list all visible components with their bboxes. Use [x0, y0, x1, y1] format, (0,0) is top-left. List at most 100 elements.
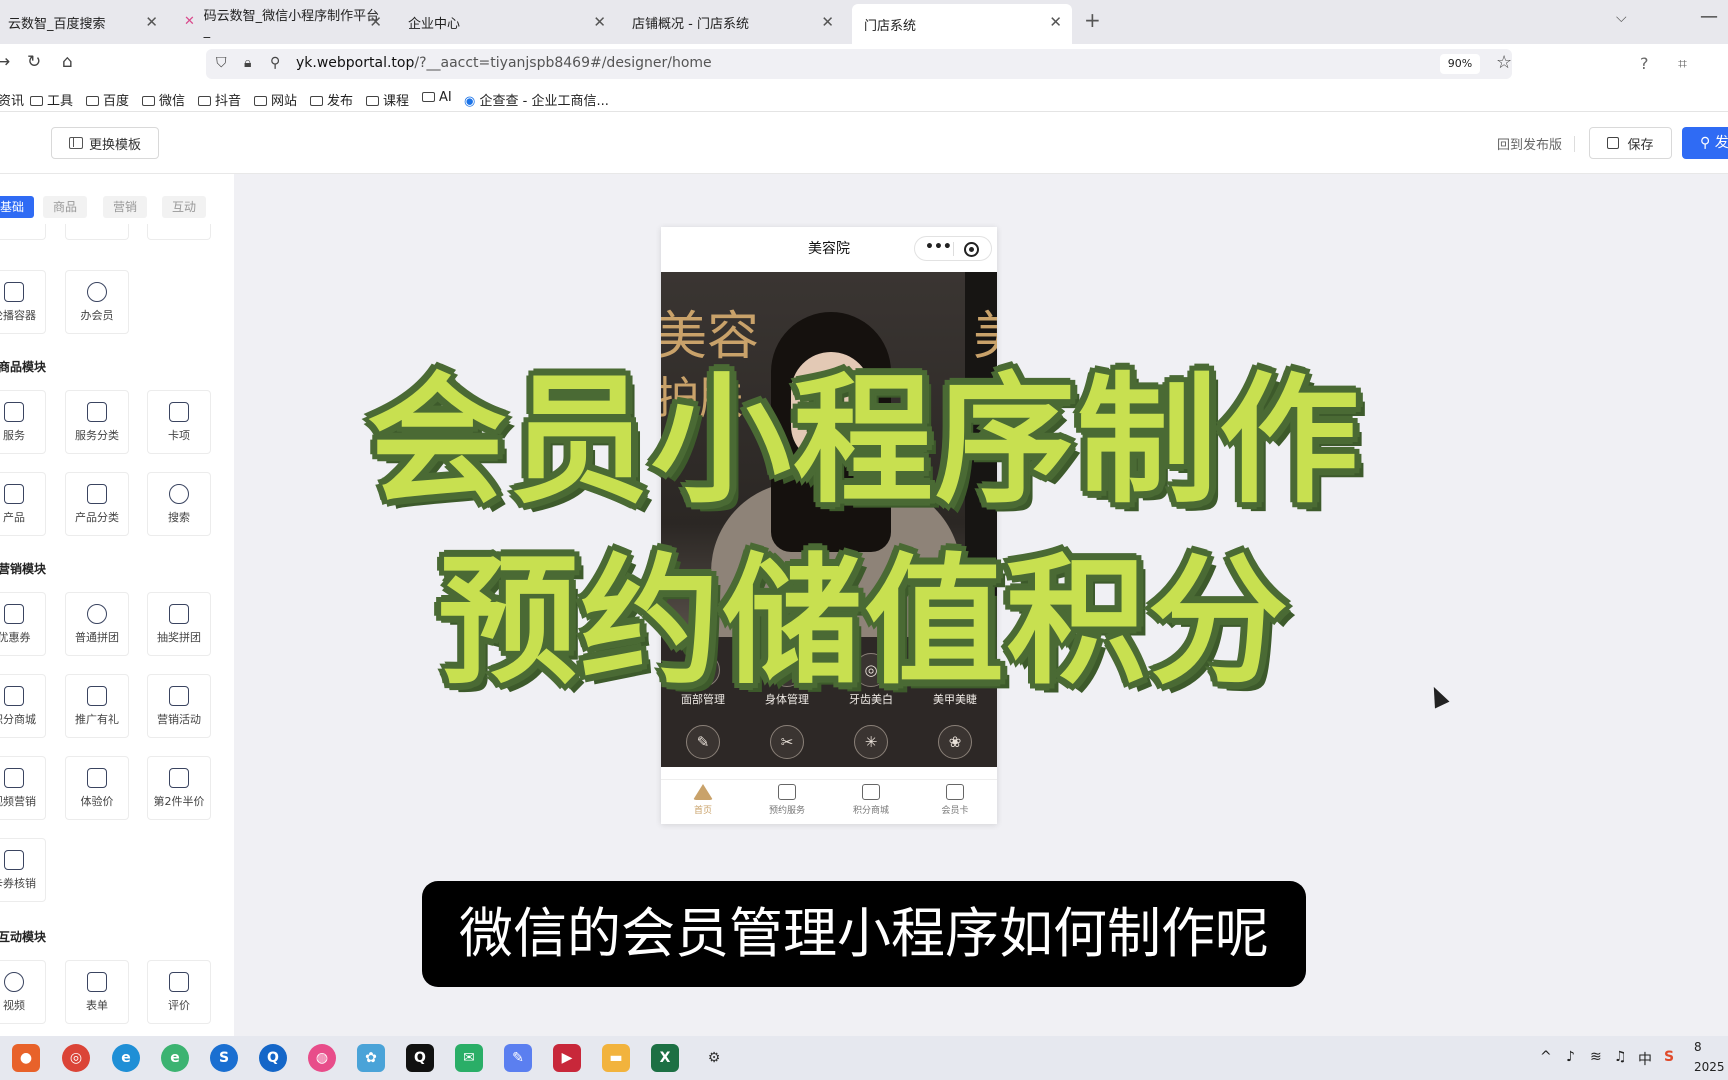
tab-basic[interactable]: 基础 [0, 196, 35, 218]
phone-preview[interactable]: 美容院 ••• 美容 护肤 美 ◐面部管理 ◉身体管理 ◎牙齿美白 ◍美甲美睫 … [661, 227, 997, 824]
tabbar-item-home[interactable]: 首页 [661, 784, 745, 816]
app-icon[interactable]: ✿ [357, 1044, 385, 1072]
bookmark-item[interactable]: 百度 [86, 90, 129, 109]
folder-icon[interactable]: ▬ [602, 1044, 630, 1072]
chrome-icon[interactable]: ◎ [62, 1044, 90, 1072]
bookmark-item[interactable]: ◉ 企查查 - 企业工商信... [464, 90, 609, 109]
chevron-down-icon[interactable]: ⌵ [1616, 10, 1627, 26]
input-language[interactable]: 中 [1638, 1049, 1652, 1069]
clock-date[interactable]: 2025 [1694, 1060, 1725, 1074]
comment-icon [169, 972, 189, 992]
bookmark-item[interactable]: AI [422, 90, 452, 105]
category-item[interactable]: ✂ [745, 725, 829, 759]
firefox-icon[interactable]: ● [12, 1044, 40, 1072]
favicon-icon: ✕ [184, 14, 195, 29]
bookmark-item[interactable]: 课程 [366, 90, 409, 109]
category-item[interactable]: ✳ [829, 725, 913, 759]
tab-marketing[interactable]: 营销 [103, 196, 148, 218]
help-icon[interactable]: ? [1640, 54, 1649, 73]
bookmark-item[interactable]: 资讯 [0, 90, 24, 109]
excel-icon[interactable]: X [651, 1044, 679, 1072]
category-item[interactable]: ✎ [661, 725, 745, 759]
browser-tab[interactable]: 企业中心 ✕ [396, 4, 616, 40]
sogou-ime-icon[interactable]: S [1664, 1049, 1674, 1065]
publish-button[interactable]: ⚲ 发 [1682, 127, 1728, 159]
settings-icon[interactable]: ⚙ [700, 1044, 728, 1072]
reload-icon[interactable]: ↻ [27, 52, 41, 72]
component-tile[interactable]: 卡券核销 [0, 838, 46, 902]
bookmark-item[interactable]: 发布 [310, 90, 353, 109]
quark-icon[interactable]: Q [259, 1044, 287, 1072]
tabbar-item-member-card[interactable]: 会员卡 [913, 784, 997, 816]
carousel-icon [4, 282, 24, 302]
browser-360-icon[interactable]: e [161, 1044, 189, 1072]
sogou-browser-icon[interactable]: S [210, 1044, 238, 1072]
home-icon[interactable]: ⌂ [62, 52, 73, 72]
url-host: yk.webportal.top [296, 55, 415, 71]
component-tile[interactable]: 体验价 [65, 756, 129, 820]
component-tile[interactable]: 第2件半价 [147, 756, 211, 820]
browser-tab[interactable]: 店铺概况 - 门店系统 ✕ [620, 4, 844, 40]
chevron-up-icon[interactable]: ^ [1540, 1049, 1552, 1065]
permissions-icon[interactable]: ⚲ [270, 55, 280, 71]
tab-label: 门店系统 [864, 18, 917, 34]
miniprogram-capsule[interactable]: ••• [914, 236, 992, 261]
component-tile[interactable]: 办会员 [65, 270, 129, 334]
zoom-level[interactable]: 90% [1440, 54, 1480, 74]
bookmark-item[interactable]: 微信 [142, 90, 185, 109]
overlay-headline: 会员小程序制作 [366, 360, 1361, 523]
folder-icon [30, 96, 43, 106]
save-button[interactable]: 保存 [1589, 127, 1672, 159]
clock-time[interactable]: 8 [1694, 1040, 1702, 1054]
close-icon[interactable]: ✕ [821, 13, 834, 31]
tab-interactive[interactable]: 互动 [162, 196, 207, 218]
component-tile[interactable]: 视频 [0, 960, 46, 1024]
minimize-icon[interactable]: — [1700, 6, 1718, 27]
video-editor-icon[interactable]: ▶ [553, 1044, 581, 1072]
component-tile[interactable]: 评价 [147, 960, 211, 1024]
tab-label: 云数智_百度搜索 [8, 16, 106, 32]
bookmark-item[interactable]: 工具 [30, 90, 73, 109]
banner-text: 美容 [661, 307, 760, 367]
change-template-button[interactable]: 更换模板 [51, 127, 159, 159]
component-tile[interactable]: 表单 [65, 960, 129, 1024]
note-icon[interactable]: ✎ [504, 1044, 532, 1072]
url-bar[interactable]: ⛉ 🔒︎ ⚲ yk.webportal.top/?__aacct=tiyanjs… [206, 49, 1512, 79]
category-item[interactable]: ❀ [913, 725, 997, 759]
close-icon[interactable]: ✕ [593, 13, 606, 31]
component-tile[interactable] [65, 224, 129, 240]
qq-icon[interactable]: Q [406, 1044, 434, 1072]
component-tile[interactable]: 视频营销 [0, 756, 46, 820]
store-icon [862, 784, 880, 800]
browser-tab-active[interactable]: 门店系统 ✕ [852, 4, 1072, 44]
tab-goods[interactable]: 商品 [43, 196, 88, 218]
close-icon[interactable]: ✕ [1049, 13, 1062, 31]
back-to-published-link[interactable]: 回到发布版 [1497, 134, 1562, 153]
wechat-icon[interactable]: ✉ [455, 1044, 483, 1072]
component-tile[interactable] [147, 224, 211, 240]
photos-icon[interactable]: ◍ [308, 1044, 336, 1072]
browser-tab[interactable]: 云数智_百度搜索 ✕ [0, 4, 168, 40]
forward-icon[interactable]: → [0, 52, 10, 72]
component-tile[interactable] [0, 224, 46, 240]
volume-icon[interactable]: ♫ [1614, 1049, 1627, 1065]
wifi-icon[interactable]: ≋ [1590, 1049, 1602, 1065]
new-tab-button[interactable]: + [1084, 8, 1101, 32]
star-icon[interactable]: ☆ [1496, 52, 1512, 73]
tabbar-item-points-mall[interactable]: 积分商城 [829, 784, 913, 816]
bookmark-item[interactable]: 抖音 [198, 90, 241, 109]
component-tile[interactable]: 轮播容器 [0, 270, 46, 334]
save-icon [1607, 137, 1620, 149]
crop-icon[interactable]: ⌗ [1678, 54, 1687, 74]
tabbar-item-booking[interactable]: 预约服务 [745, 784, 829, 816]
bookmark-item[interactable]: 网站 [254, 90, 297, 109]
close-icon[interactable]: ✕ [145, 13, 158, 31]
close-icon[interactable]: ✕ [369, 13, 382, 31]
microphone-icon[interactable]: ♪ [1566, 1049, 1575, 1065]
edge-icon[interactable]: e [112, 1044, 140, 1072]
shield-icon[interactable]: ⛉ [216, 55, 227, 71]
url-text[interactable]: yk.webportal.top/?__aacct=tiyanjspb8469#… [296, 55, 712, 71]
lock-icon[interactable]: 🔒︎ [244, 55, 251, 71]
browser-tab[interactable]: ✕ 码云数智_微信小程序制作平台_ ✕ [172, 4, 392, 40]
tools-icon: ✂ [770, 725, 804, 759]
